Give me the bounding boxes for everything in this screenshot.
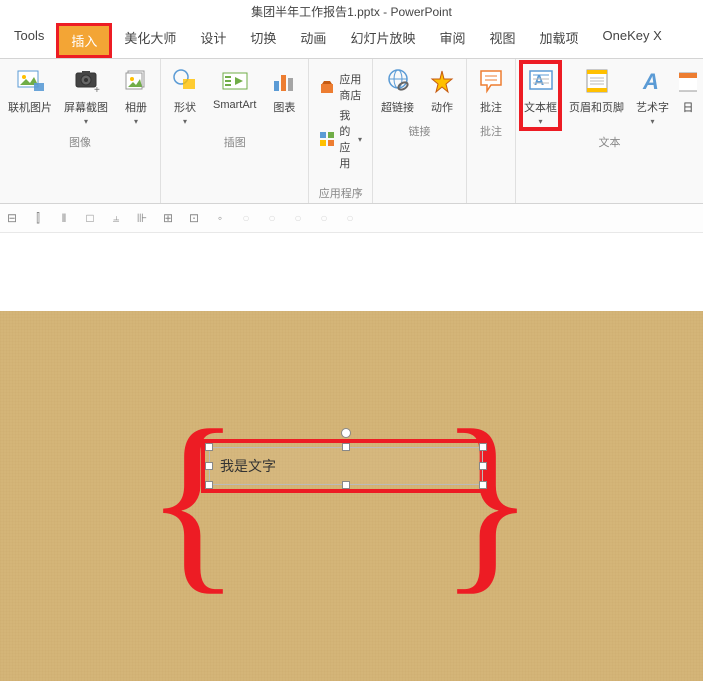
datetime-icon — [679, 65, 697, 97]
ribbon-tabs: Tools 插入 美化大师 设计 切换 动画 幻灯片放映 审阅 视图 加载项 O… — [0, 23, 703, 59]
group-label-links: 链接 — [409, 123, 431, 139]
resize-handle-bl[interactable] — [205, 481, 213, 489]
apps-icon — [319, 131, 335, 147]
rotate-handle[interactable] — [341, 428, 351, 438]
online-images-icon — [14, 65, 46, 97]
svg-text:A: A — [534, 72, 544, 88]
smartart-icon — [219, 65, 251, 97]
notes-button[interactable]: 批注 — [473, 63, 509, 117]
bracket-left-decoration: { — [145, 401, 241, 601]
resize-handle-ml[interactable] — [205, 462, 213, 470]
group-label-text: 文本 — [599, 134, 621, 150]
group-links: 超链接 动作 链接 — [373, 59, 467, 203]
action-icon — [426, 65, 458, 97]
group-apps: 应用商店 我的应用 ▾ 应用程序 — [309, 59, 373, 203]
group-images: 联机图片 + 屏幕截图 ▾ 相册 ▾ 图像 — [0, 59, 161, 203]
app-store-button[interactable]: 应用商店 — [319, 71, 362, 103]
qat-item-14[interactable]: ○ — [342, 210, 358, 226]
qat-item-9[interactable]: ◦ — [212, 210, 228, 226]
svg-text:A: A — [642, 69, 659, 94]
qat-item-6[interactable]: ⊪ — [134, 210, 150, 226]
tab-addons[interactable]: 加载项 — [527, 23, 590, 58]
resize-handle-tm[interactable] — [342, 443, 350, 451]
tab-animation[interactable]: 动画 — [288, 23, 338, 58]
resize-handle-tl[interactable] — [205, 443, 213, 451]
group-text: A 文本框 ▾ 页眉和页脚 A 艺术字 ▾ — [516, 59, 703, 203]
screenshot-icon: + — [70, 65, 102, 97]
qat-item-1[interactable]: ⊟ — [4, 210, 20, 226]
title-bar: 集团半年工作报告1.pptx - PowerPoint — [0, 0, 703, 23]
slide-canvas[interactable]: { } 我是文字 — [0, 311, 703, 681]
album-button[interactable]: 相册 ▾ — [118, 63, 154, 128]
shapes-button[interactable]: 形状 ▾ — [167, 63, 203, 128]
qat-item-10[interactable]: ○ — [238, 210, 254, 226]
group-label-apps: 应用程序 — [319, 185, 363, 201]
tab-beautify[interactable]: 美化大师 — [112, 23, 188, 58]
group-label-images: 图像 — [69, 134, 91, 150]
tab-slideshow[interactable]: 幻灯片放映 — [338, 23, 427, 58]
textbox-text[interactable]: 我是文字 — [220, 458, 276, 474]
hyperlink-button[interactable]: 超链接 — [379, 63, 416, 117]
svg-text:+: + — [94, 85, 100, 95]
qat-item-8[interactable]: ⊡ — [186, 210, 202, 226]
action-button[interactable]: 动作 — [424, 63, 460, 117]
chevron-down-icon: ▾ — [183, 117, 187, 126]
store-icon — [319, 79, 335, 95]
tab-review[interactable]: 审阅 — [427, 23, 477, 58]
textbox-button[interactable]: A 文本框 ▾ — [522, 63, 559, 128]
resize-handle-br[interactable] — [479, 481, 487, 489]
tab-transition[interactable]: 切换 — [238, 23, 288, 58]
textbox-container: 我是文字 — [201, 439, 491, 493]
chevron-down-icon: ▾ — [538, 117, 542, 126]
group-label-notes: 批注 — [480, 123, 502, 139]
shapes-icon — [169, 65, 201, 97]
tab-onekey[interactable]: OneKey X — [591, 23, 674, 58]
group-label-illustration: 插图 — [224, 134, 246, 150]
wordart-icon: A — [637, 65, 669, 97]
resize-handle-mr[interactable] — [479, 462, 487, 470]
tab-design[interactable]: 设计 — [188, 23, 238, 58]
tab-insert[interactable]: 插入 — [59, 26, 109, 55]
smartart-button[interactable]: SmartArt — [211, 63, 258, 113]
hyperlink-icon — [382, 65, 414, 97]
qat-item-3[interactable]: ‖ — [56, 210, 72, 226]
header-footer-button[interactable]: 页眉和页脚 — [567, 63, 626, 117]
bracket-right-decoration: } — [439, 401, 535, 601]
slide-textbox[interactable]: 我是文字 — [209, 447, 483, 485]
group-notes: 批注 批注 — [467, 59, 516, 203]
group-illustration: 形状 ▾ SmartArt 图表 插图 — [161, 59, 309, 203]
chart-button[interactable]: 图表 — [266, 63, 302, 117]
album-icon — [120, 65, 152, 97]
qat-item-12[interactable]: ○ — [290, 210, 306, 226]
qat-item-4[interactable]: □ — [82, 210, 98, 226]
quick-access-toolbar: ⊟ ⫿ ‖ □ ⫨ ⊪ ⊞ ⊡ ◦ ○ ○ ○ ○ ○ — [0, 204, 703, 233]
empty-area — [0, 233, 703, 311]
qat-item-13[interactable]: ○ — [316, 210, 332, 226]
header-footer-icon — [581, 65, 613, 97]
textbox-icon: A — [525, 65, 557, 97]
wordart-button[interactable]: A 艺术字 ▾ — [634, 63, 671, 128]
chevron-down-icon: ▾ — [650, 117, 654, 126]
qat-item-11[interactable]: ○ — [264, 210, 280, 226]
qat-item-2[interactable]: ⫿ — [30, 210, 46, 226]
tab-view[interactable]: 视图 — [477, 23, 527, 58]
qat-item-7[interactable]: ⊞ — [160, 210, 176, 226]
datetime-button[interactable]: 日 — [679, 63, 697, 117]
chevron-down-icon: ▾ — [358, 135, 362, 144]
chevron-down-icon: ▾ — [134, 117, 138, 126]
tab-tools[interactable]: Tools — [2, 23, 56, 58]
chevron-down-icon: ▾ — [84, 117, 88, 126]
qat-item-5[interactable]: ⫨ — [108, 210, 124, 226]
screenshot-button[interactable]: + 屏幕截图 ▾ — [62, 63, 110, 128]
my-apps-button[interactable]: 我的应用 ▾ — [319, 107, 362, 171]
resize-handle-bm[interactable] — [342, 481, 350, 489]
resize-handle-tr[interactable] — [479, 443, 487, 451]
chart-icon — [268, 65, 300, 97]
online-images-button[interactable]: 联机图片 — [6, 63, 54, 117]
ribbon: 联机图片 + 屏幕截图 ▾ 相册 ▾ 图像 — [0, 59, 703, 204]
notes-icon — [475, 65, 507, 97]
